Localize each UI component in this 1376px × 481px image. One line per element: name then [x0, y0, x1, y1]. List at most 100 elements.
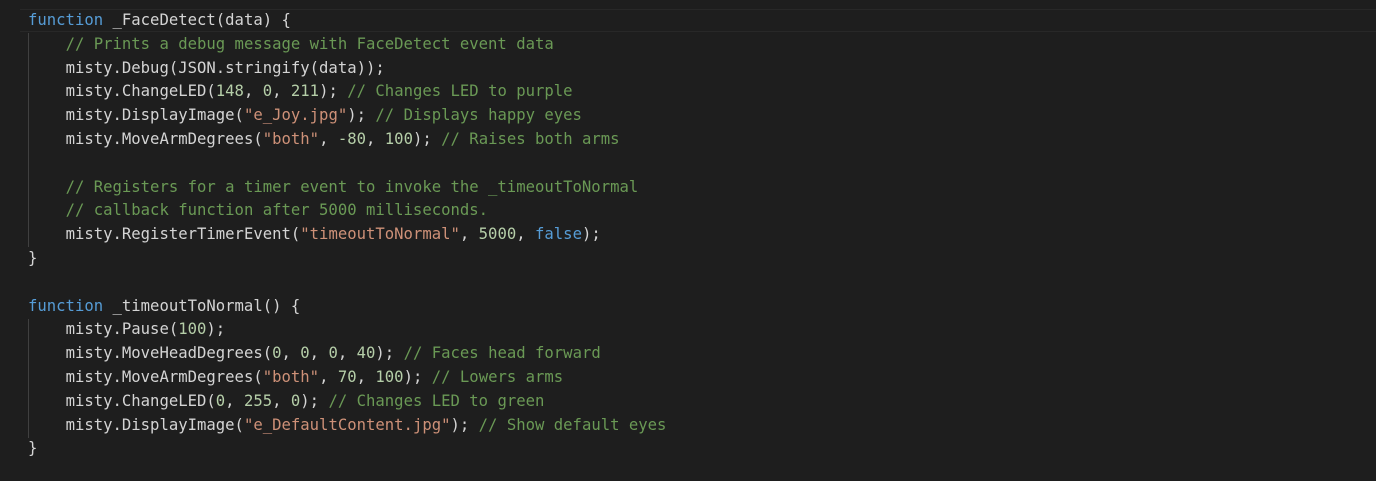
punctuation-token: ); — [347, 106, 376, 125]
punctuation-token: , — [272, 82, 291, 101]
punctuation-token: , — [225, 391, 244, 410]
code-line[interactable]: function _FaceDetect(data) { — [28, 9, 666, 33]
identifier-token: misty.DisplayImage( — [65, 106, 244, 125]
string-token: "e_Joy.jpg" — [243, 106, 348, 125]
identifier-token: misty.Debug(JSON.stringify(data)); — [65, 58, 385, 77]
code-line[interactable] — [28, 152, 666, 176]
comment-token: // Prints a debug message with FaceDetec… — [65, 34, 554, 53]
comment-token: // Show default eyes — [478, 415, 667, 434]
number-token: 255 — [243, 391, 273, 410]
identifier-token: misty.MoveArmDegrees( — [65, 129, 263, 148]
keyword-token: function — [28, 296, 104, 315]
punctuation-token: ); — [300, 391, 329, 410]
code-line[interactable]: misty.DisplayImage("e_Joy.jpg"); // Disp… — [28, 104, 666, 128]
identifier-token: misty.ChangeLED( — [65, 82, 216, 101]
identifier-token: misty.DisplayImage( — [65, 415, 244, 434]
punctuation-token: , — [243, 82, 263, 101]
punctuation-token: , — [459, 225, 479, 244]
code-line[interactable]: } — [28, 247, 666, 271]
string-token: "e_DefaultContent.jpg" — [243, 415, 451, 434]
identifier-token: misty.MoveArmDegrees( — [65, 367, 263, 386]
number-token: 70 — [337, 367, 357, 386]
number-token: 0 — [328, 344, 338, 363]
comment-token: // Changes LED to purple — [347, 82, 573, 101]
code-line[interactable]: misty.MoveArmDegrees("both", 70, 100); /… — [28, 366, 666, 390]
punctuation-token: ); — [412, 129, 442, 148]
identifier-token: misty.MoveHeadDegrees( — [65, 344, 273, 363]
code-line[interactable]: misty.ChangeLED(148, 0, 211); // Changes… — [28, 80, 666, 104]
function-name-token: _timeoutToNormal — [112, 296, 263, 315]
comment-token: // callback function after 5000 millisec… — [65, 201, 489, 220]
code-line[interactable]: misty.Debug(JSON.stringify(data)); — [28, 57, 666, 81]
punctuation-token: ); — [206, 320, 226, 339]
code-line[interactable]: function _timeoutToNormal() { — [28, 295, 666, 319]
punctuation-token: , — [356, 367, 376, 386]
punctuation-token: } — [28, 248, 38, 267]
code-line[interactable]: misty.Pause(100); — [28, 318, 666, 342]
code-line[interactable]: // Registers for a timer event to invoke… — [28, 176, 666, 200]
code-line[interactable]: misty.RegisterTimerEvent("timeoutToNorma… — [28, 223, 666, 247]
code-line[interactable]: misty.DisplayImage("e_DefaultContent.jpg… — [28, 414, 667, 438]
number-token: 0 — [290, 391, 301, 410]
code-line[interactable]: } — [28, 437, 666, 461]
code-line[interactable] — [28, 271, 666, 295]
punctuation-token: ); — [581, 225, 601, 244]
identifier-token: misty.Pause( — [65, 320, 179, 339]
number-token: 0 — [215, 391, 226, 410]
code-line[interactable]: misty.MoveArmDegrees("both", -80, 100); … — [28, 128, 666, 152]
punctuation-token: () { — [262, 296, 301, 315]
comment-token: // Displays happy eyes — [375, 106, 582, 125]
string-token: "both" — [262, 367, 320, 386]
punctuation-token: , — [337, 344, 357, 363]
code-line[interactable]: // Prints a debug message with FaceDetec… — [28, 33, 666, 57]
comment-token: // Changes LED to green — [328, 391, 545, 410]
punctuation-token: , — [281, 344, 301, 363]
number-token: 100 — [178, 320, 207, 339]
number-token: 0 — [300, 344, 310, 363]
punctuation-token: , — [309, 344, 329, 363]
number-token: 5000 — [478, 225, 517, 244]
punctuation-token: , — [272, 391, 291, 410]
boolean-token: false — [535, 225, 582, 244]
number-token: 0 — [262, 82, 273, 101]
code-editor[interactable]: function _FaceDetect(data) { // Prints a… — [0, 0, 1376, 481]
number-token: 211 — [290, 82, 320, 101]
comment-token: // Registers for a timer event to invoke… — [65, 177, 639, 196]
punctuation-token: , — [366, 129, 385, 148]
punctuation-token: ); — [450, 415, 479, 434]
code-line[interactable]: misty.MoveHeadDegrees(0, 0, 0, 40); // F… — [28, 342, 666, 366]
number-token: 0 — [272, 344, 282, 363]
keyword-token: function — [28, 11, 104, 29]
identifier-token: misty.ChangeLED( — [65, 391, 216, 410]
string-token: "timeoutToNormal" — [300, 225, 460, 244]
comment-token: // Lowers arms — [431, 367, 564, 386]
punctuation-token: ); — [375, 344, 404, 363]
code-lines[interactable]: function _FaceDetect(data) { // Prints a… — [28, 9, 666, 461]
punctuation-token: } — [28, 439, 38, 458]
identifier-token: misty.RegisterTimerEvent( — [65, 225, 301, 244]
number-token: 40 — [356, 344, 376, 363]
number-token: 148 — [215, 82, 244, 101]
number-token: -80 — [337, 129, 367, 148]
comment-token: // Raises both arms — [441, 129, 620, 148]
punctuation-token: , — [319, 129, 338, 148]
punctuation-token: , — [516, 225, 536, 244]
code-line[interactable]: misty.ChangeLED(0, 255, 0); // Changes L… — [28, 390, 666, 414]
punctuation-token: ); — [319, 82, 348, 101]
code-line[interactable]: // callback function after 5000 millisec… — [28, 199, 666, 223]
punctuation-token: , — [319, 367, 338, 386]
